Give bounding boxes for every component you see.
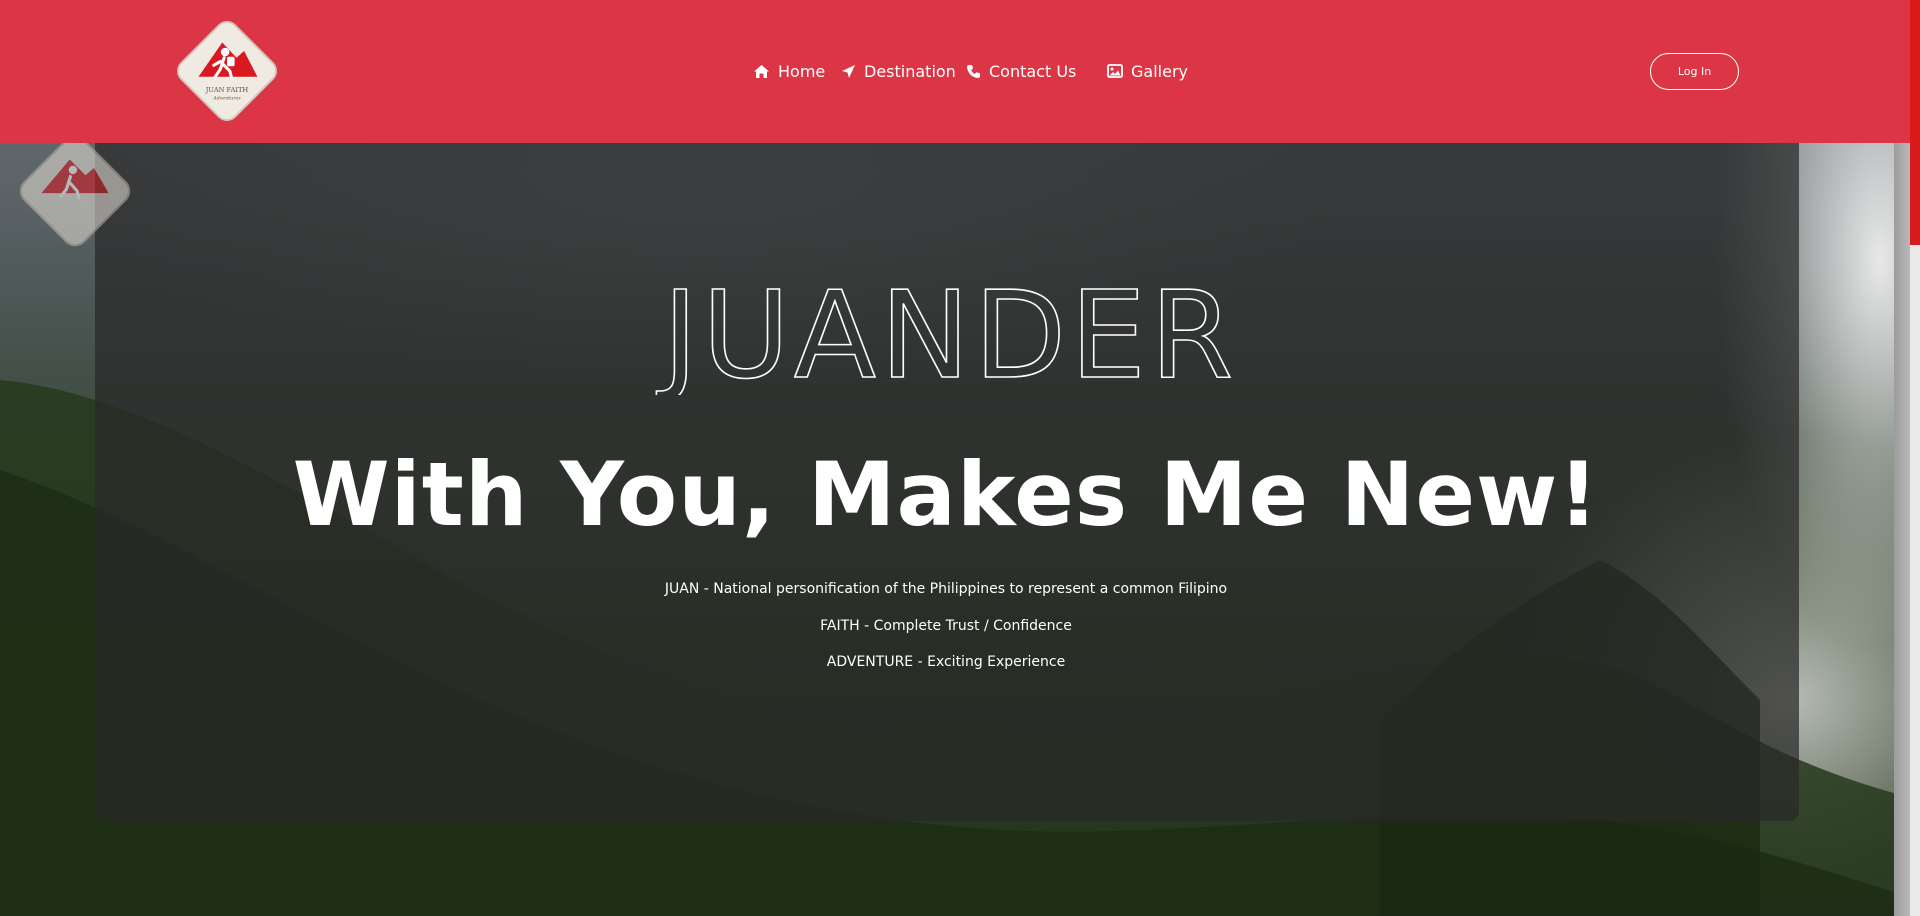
definition-faith: FAITH - Complete Trust / Confidence: [820, 618, 1072, 634]
nav-item-home[interactable]: Home: [753, 56, 825, 86]
home-icon: [754, 64, 769, 78]
logo-text: JUAN FAITH: [205, 86, 249, 94]
brand-title-text: JUANDER: [656, 267, 1238, 395]
image-icon: [1107, 64, 1123, 78]
definition-juan: JUAN - National personification of the P…: [664, 581, 1228, 597]
nav-item-gallery[interactable]: Gallery: [1107, 56, 1188, 86]
nav-item-label: Contact Us: [989, 61, 1077, 81]
nav-item-label: Home: [778, 61, 826, 81]
definition-adventure: ADVENTURE - Exciting Experience: [826, 654, 1066, 670]
page-scrollbar[interactable]: [1910, 0, 1920, 916]
phone-icon: [967, 64, 980, 78]
page-scrollbar-thumb[interactable]: [1910, 0, 1920, 245]
brand-title: JUANDER: [655, 266, 1238, 395]
paper-plane-icon: [842, 64, 855, 78]
nav-item-destination[interactable]: Destination: [841, 56, 956, 86]
site-header: JUAN FAITH Adventures Home Destination C…: [0, 0, 1910, 143]
logo-watermark-image: [19, 135, 131, 247]
page: JUAN FAITH Adventures Home Destination C…: [0, 0, 1920, 916]
logo-subtext: Adventures: [212, 96, 241, 102]
login-button[interactable]: Log In: [1650, 53, 1739, 90]
nav-item-label: Gallery: [1131, 61, 1188, 81]
hero-tagline: With You, Makes Me New!: [292, 443, 1600, 546]
nav-item-contact-us[interactable]: Contact Us: [966, 56, 1076, 86]
inner-scrollbar[interactable]: [1894, 143, 1910, 916]
nav-item-label: Destination: [864, 61, 956, 81]
juan-faith-logo[interactable]: JUAN FAITH Adventures: [170, 14, 284, 128]
